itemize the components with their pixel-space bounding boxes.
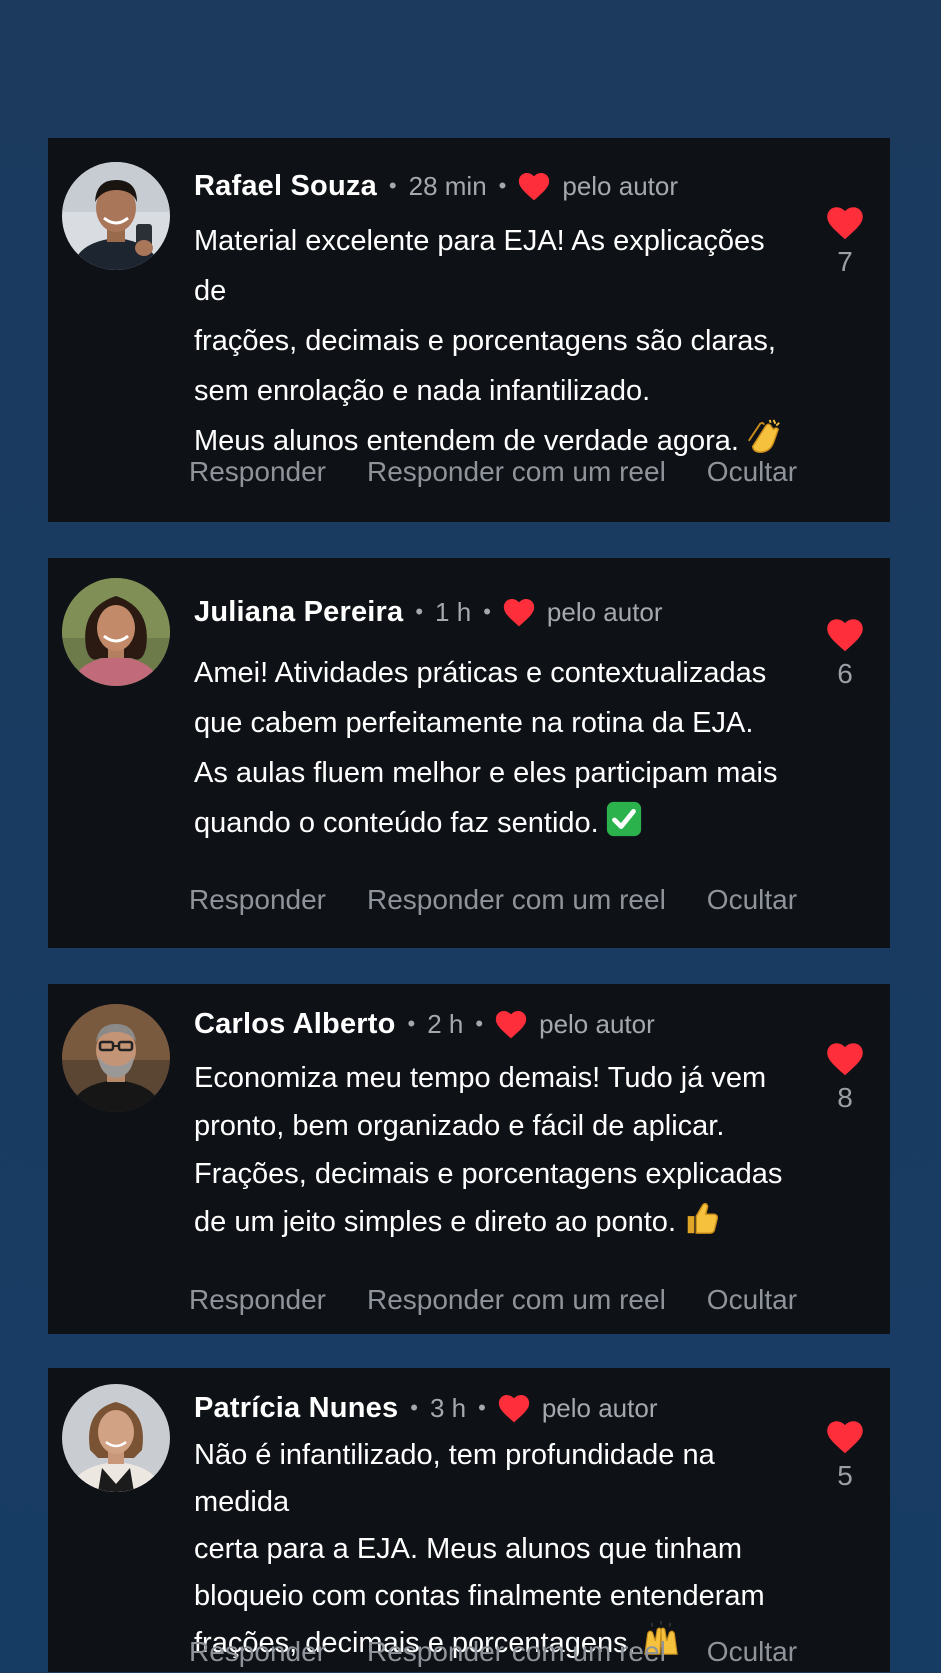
separator-dot: • <box>410 1395 418 1420</box>
comment-line: bloqueio com contas finalmente entendera… <box>194 1580 765 1612</box>
comment-card: Juliana Pereira • 1 h • pelo autor Amei!… <box>48 558 890 948</box>
like-count: 5 <box>837 1460 853 1491</box>
timestamp: 3 h <box>429 1392 467 1423</box>
comment-line-text: Meus alunos entendem de verdade agora. <box>194 425 739 457</box>
comment-card: Rafael Souza • 28 min • pelo autor Mater… <box>48 138 890 522</box>
comment-actions: Responder Responder com um reel Ocultar <box>189 884 838 916</box>
comment-line: Frações, decimais e porcentagens explica… <box>194 1158 783 1190</box>
separator-dot: • <box>415 599 424 624</box>
author-heart-icon <box>498 1394 530 1422</box>
thumbs-up-icon <box>682 1199 720 1252</box>
comment-header: Rafael Souza • 28 min • pelo autor <box>194 168 678 204</box>
hide-button[interactable]: Ocultar <box>707 1284 797 1316</box>
liked-by-author-label: pelo autor <box>541 1392 658 1423</box>
like-count: 8 <box>837 1082 853 1113</box>
avatar[interactable] <box>62 1004 170 1112</box>
comment-text: Economiza meu tempo demais! Tudo já vem … <box>194 1054 794 1252</box>
comment-header: Juliana Pereira • 1 h • pelo autor <box>194 594 663 630</box>
liked-by-author-label: pelo autor <box>546 596 663 627</box>
separator-dot: • <box>478 1395 486 1420</box>
like-count: 6 <box>837 658 853 689</box>
comment-card: Patrícia Nunes • 3 h • pelo autor Não é … <box>48 1368 890 1672</box>
avatar[interactable] <box>62 1384 170 1492</box>
comment-actions: Responder Responder com um reel Ocultar <box>189 456 838 488</box>
separator-dot: • <box>475 1011 484 1036</box>
reply-button[interactable]: Responder <box>189 884 326 916</box>
author-heart-icon <box>519 172 550 200</box>
comment-line: Amei! Atividades práticas e contextualiz… <box>194 657 767 689</box>
comment-line: frações, decimais e porcentagens são cla… <box>194 325 776 357</box>
comment-line: pronto, bem organizado e fácil de aplica… <box>194 1110 725 1142</box>
author-name[interactable]: Juliana Pereira <box>194 596 403 629</box>
author-name[interactable]: Rafael Souza <box>194 170 377 203</box>
reply-button[interactable]: Responder <box>189 456 326 488</box>
comment-line: As aulas fluem melhor e eles participam … <box>194 757 778 789</box>
like-control: 7 <box>818 206 872 278</box>
like-heart-icon[interactable] <box>826 618 864 652</box>
comment-line-text: de um jeito simples e direto ao ponto. <box>194 1206 676 1238</box>
check-mark-button-icon <box>605 800 643 854</box>
reply-button[interactable]: Responder <box>189 1636 326 1668</box>
timestamp: 28 min <box>408 170 487 201</box>
comment-text: Material excelente para EJA! As explicaç… <box>194 216 794 472</box>
author-heart-icon <box>495 1010 527 1038</box>
timestamp: 2 h <box>427 1008 464 1039</box>
separator-dot: • <box>498 173 507 198</box>
comment-header: Carlos Alberto • 2 h • pelo autor <box>194 1006 655 1042</box>
comment-actions: Responder Responder com um reel Ocultar <box>189 1636 838 1668</box>
comment-actions: Responder Responder com um reel Ocultar <box>189 1284 838 1316</box>
like-control: 8 <box>818 1042 872 1114</box>
liked-by-author-label: pelo autor <box>539 1008 655 1039</box>
reply-with-reel-button[interactable]: Responder com um reel <box>367 884 666 916</box>
avatar[interactable] <box>62 162 170 270</box>
hide-button[interactable]: Ocultar <box>707 1636 797 1668</box>
comment-line: Economiza meu tempo demais! Tudo já vem <box>194 1062 767 1094</box>
comment-line: certa para a EJA. Meus alunos que tinham <box>194 1533 743 1565</box>
comment-line: que cabem perfeitamente na rotina da EJA… <box>194 707 754 739</box>
separator-dot: • <box>388 173 397 198</box>
like-heart-icon[interactable] <box>826 206 864 240</box>
hide-button[interactable]: Ocultar <box>707 884 797 916</box>
comment-line: Material excelente para EJA! As explicaç… <box>194 225 765 307</box>
reply-with-reel-button[interactable]: Responder com um reel <box>367 1284 666 1316</box>
separator-dot: • <box>407 1011 416 1036</box>
reply-with-reel-button[interactable]: Responder com um reel <box>367 1636 666 1668</box>
comment-line-text: quando o conteúdo faz sentido. <box>194 807 599 839</box>
liked-by-author-label: pelo autor <box>562 170 679 201</box>
comment-text: Amei! Atividades práticas e contextualiz… <box>194 648 794 854</box>
hide-button[interactable]: Ocultar <box>707 456 797 488</box>
comment-header: Patrícia Nunes • 3 h • pelo autor <box>194 1390 658 1426</box>
reply-with-reel-button[interactable]: Responder com um reel <box>367 456 666 488</box>
author-heart-icon <box>503 598 535 626</box>
comment-card: Carlos Alberto • 2 h • pelo autor Econom… <box>48 984 890 1334</box>
comment-line: de um jeito simples e direto ao ponto. <box>194 1198 794 1252</box>
comment-line: Não é infantilizado, tem profundidade na… <box>194 1439 715 1518</box>
comment-line: sem enrolação e nada infantilizado. <box>194 375 651 407</box>
like-heart-icon[interactable] <box>826 1420 864 1454</box>
like-count: 7 <box>837 246 853 277</box>
separator-dot: • <box>483 599 491 624</box>
like-control: 6 <box>818 618 872 690</box>
author-name[interactable]: Patrícia Nunes <box>194 1392 398 1425</box>
comment-line: quando o conteúdo faz sentido. <box>194 798 794 854</box>
timestamp: 1 h <box>435 596 472 627</box>
like-control: 5 <box>818 1420 872 1492</box>
avatar[interactable] <box>62 578 170 686</box>
reply-button[interactable]: Responder <box>189 1284 326 1316</box>
like-heart-icon[interactable] <box>826 1042 864 1076</box>
author-name[interactable]: Carlos Alberto <box>194 1008 396 1041</box>
